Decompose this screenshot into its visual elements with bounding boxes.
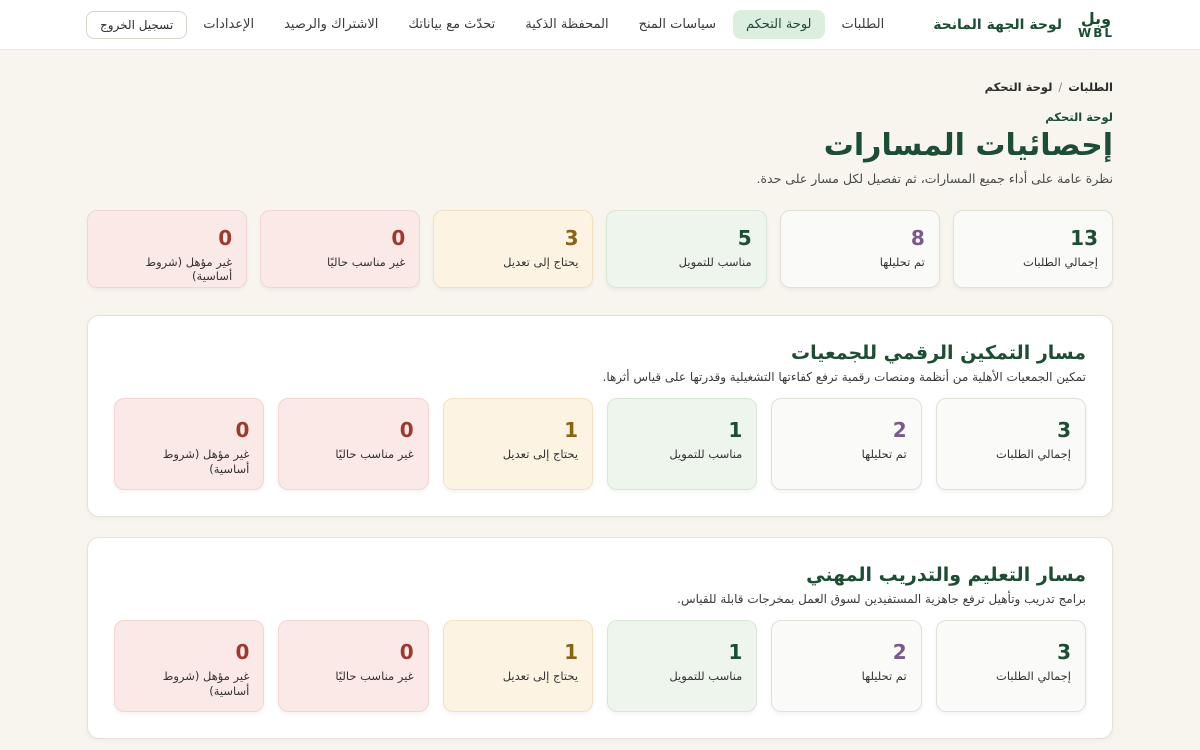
breadcrumb-requests[interactable]: الطلبات xyxy=(1068,80,1113,94)
stat-fundable: 1 مناسب للتمويل xyxy=(607,620,758,712)
stat-needs-revision: 1 يحتاج إلى تعديل xyxy=(442,398,594,490)
nav-item-chat-with-data[interactable]: تحدّث مع بياناتك xyxy=(395,10,508,39)
brand[interactable]: وبل WBL لوحة الجهة المانحة xyxy=(933,8,1114,40)
stat-value: 1 xyxy=(564,640,579,664)
stat-value: 3 xyxy=(564,226,579,250)
logout-button[interactable]: تسجيل الخروج xyxy=(86,10,188,39)
stat-not-suitable: 0 غير مناسب حاليًا xyxy=(278,620,429,712)
brand-title: لوحة الجهة المانحة xyxy=(933,16,1062,33)
nav-item-subscription-balance[interactable]: الاشتراك والرصيد xyxy=(271,10,391,39)
stat-needs-revision: 3 يحتاج إلى تعديل xyxy=(433,210,594,288)
track-card-digital-empowerment: مسار التمكين الرقمي للجمعيات تمكين الجمع… xyxy=(87,315,1113,517)
stat-value: 1 xyxy=(564,418,579,442)
nav-item-smart-portfolio[interactable]: المحفظة الذكية xyxy=(512,10,621,39)
stat-value: 0 xyxy=(391,226,406,250)
stat-fundable: 1 مناسب للتمويل xyxy=(607,398,758,490)
nav-item-settings[interactable]: الإعدادات xyxy=(190,10,267,39)
stat-label: إجمالي الطلبات xyxy=(996,669,1071,683)
stat-analyzed: 8 تم تحليلها xyxy=(779,210,940,288)
stat-total-requests: 3 إجمالي الطلبات xyxy=(935,620,1086,712)
stat-label: غير مناسب حاليًا xyxy=(327,255,406,269)
top-navbar: وبل WBL لوحة الجهة المانحة الطلبات لوحة … xyxy=(0,0,1200,50)
stat-fundable: 5 مناسب للتمويل xyxy=(606,210,767,288)
stat-label: تم تحليلها xyxy=(879,255,925,269)
stat-label: غير مناسب حاليًا xyxy=(335,669,414,683)
nav-item-grant-policies[interactable]: سياسات المنح xyxy=(626,10,729,39)
breadcrumb-dashboard: لوحة التحكم xyxy=(984,80,1053,94)
main-content: الطلبات / لوحة التحكم لوحة التحكم إحصائي… xyxy=(0,50,1200,739)
stat-value: 0 xyxy=(399,418,414,442)
stat-label: مناسب للتمويل xyxy=(669,447,743,461)
track-description: برامج تدريب وتأهيل ترفع جاهزية المستفيدي… xyxy=(677,592,1086,606)
stat-value: 0 xyxy=(235,418,250,442)
track-description: تمكين الجمعيات الأهلية من أنظمة ومنصات ر… xyxy=(602,370,1087,384)
stat-label: غير مؤهل (شروط أساسية) xyxy=(162,447,250,476)
stat-label: يحتاج إلى تعديل xyxy=(502,669,579,683)
logo-latin-text: WBL xyxy=(1077,25,1114,40)
stat-label: غير مناسب حاليًا xyxy=(335,447,414,461)
wbl-logo: وبل WBL xyxy=(1077,8,1114,40)
stat-label: تم تحليلها xyxy=(861,447,907,461)
stat-value: 8 xyxy=(910,226,925,250)
nav-item-requests[interactable]: الطلبات xyxy=(829,10,898,39)
breadcrumb-separator: / xyxy=(1058,80,1063,94)
stat-not-suitable: 0 غير مناسب حاليًا xyxy=(278,398,429,490)
stat-ineligible: 0 غير مؤهل (شروط أساسية) xyxy=(86,210,248,288)
stat-label: غير مؤهل (شروط أساسية) xyxy=(162,669,250,698)
stat-total-requests: 3 إجمالي الطلبات xyxy=(935,398,1086,490)
page-title: إحصائيات المسارات xyxy=(823,128,1113,163)
stat-ineligible: 0 غير مؤهل (شروط أساسية) xyxy=(114,620,265,712)
stat-value: 1 xyxy=(728,418,743,442)
stat-label: مناسب للتمويل xyxy=(669,669,743,683)
stat-value: 5 xyxy=(737,226,752,250)
main-nav: الطلبات لوحة التحكم سياسات المنح المحفظة… xyxy=(190,10,897,39)
stat-value: 0 xyxy=(399,640,414,664)
track-card-education-training: مسار التعليم والتدريب المهني برامج تدريب… xyxy=(87,537,1113,739)
track-stats: 3 إجمالي الطلبات 2 تم تحليلها 1 مناسب لل… xyxy=(114,398,1086,490)
track-title: مسار التمكين الرقمي للجمعيات xyxy=(791,342,1086,364)
stat-not-suitable: 0 غير مناسب حاليًا xyxy=(260,210,421,288)
track-title: مسار التعليم والتدريب المهني xyxy=(806,564,1086,586)
stat-ineligible: 0 غير مؤهل (شروط أساسية) xyxy=(114,398,265,490)
stat-analyzed: 2 تم تحليلها xyxy=(771,620,922,712)
stat-label: إجمالي الطلبات xyxy=(1023,255,1098,269)
page-eyebrow: لوحة التحكم xyxy=(1045,110,1113,124)
stat-label: يحتاج إلى تعديل xyxy=(502,447,579,461)
track-stats: 3 إجمالي الطلبات 2 تم تحليلها 1 مناسب لل… xyxy=(114,620,1086,712)
stat-label: إجمالي الطلبات xyxy=(996,447,1071,461)
nav-item-dashboard[interactable]: لوحة التحكم xyxy=(732,10,825,39)
breadcrumb: الطلبات / لوحة التحكم xyxy=(87,80,1113,94)
stat-value: 0 xyxy=(235,640,250,664)
stat-label: مناسب للتمويل xyxy=(678,255,752,269)
page-subtitle: نظرة عامة على أداء جميع المسارات، ثم تفص… xyxy=(756,171,1114,186)
stat-value: 0 xyxy=(218,226,233,250)
stat-value: 2 xyxy=(892,418,907,442)
stat-analyzed: 2 تم تحليلها xyxy=(771,398,922,490)
stat-value: 3 xyxy=(1057,640,1071,664)
stat-label: تم تحليلها xyxy=(861,669,907,683)
stat-value: 2 xyxy=(892,640,907,664)
stat-label: يحتاج إلى تعديل xyxy=(503,255,579,269)
stat-value: 1 xyxy=(728,640,743,664)
stat-value: 3 xyxy=(1057,418,1071,442)
overall-stats: 13 إجمالي الطلبات 8 تم تحليلها 5 مناسب ل… xyxy=(86,210,1113,288)
stat-needs-revision: 1 يحتاج إلى تعديل xyxy=(442,620,594,712)
logo-arabic-text: وبل xyxy=(1080,8,1112,28)
stat-value: 13 xyxy=(1070,226,1098,250)
stat-label: غير مؤهل (شروط أساسية) xyxy=(145,255,233,283)
stat-total-requests: 13 إجمالي الطلبات xyxy=(952,210,1113,288)
